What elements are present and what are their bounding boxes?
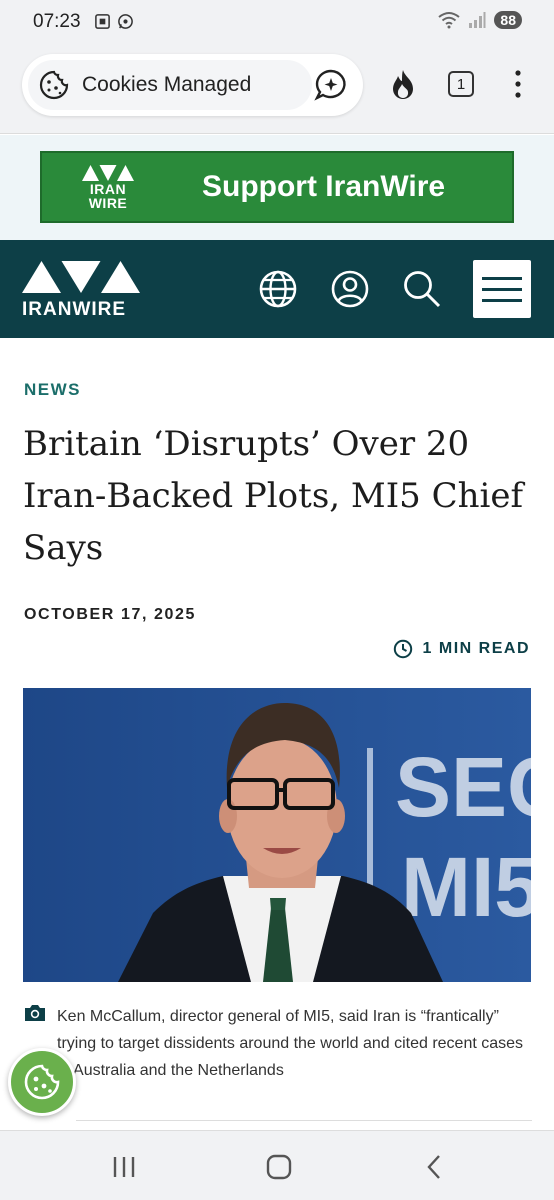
article-category[interactable]: NEWS [24,380,81,400]
status-bar: 07:23 88 [0,0,554,44]
article-date: OCTOBER 17, 2025 [24,606,197,623]
tabs-button[interactable]: 1 [443,66,479,102]
support-iranwire-banner[interactable]: IRAN WIRE Support IranWire [40,151,514,223]
back-icon [427,1155,440,1179]
ad-logo: IRAN WIRE [80,164,136,210]
article-headline: Britain ‘Disrupts’ Over 20 Iran-Backed P… [23,424,524,568]
tabs-icon: 1 [448,71,474,97]
menu-icon [482,276,522,280]
search-icon[interactable] [402,269,442,309]
cookies-managed-chip[interactable]: Cookies Managed [28,60,312,110]
more-options-button[interactable] [500,66,536,102]
photo-caption-text: Ken McCallum, director general of MI5, s… [57,1008,524,1079]
photo-caption: Ken McCallum, director general of MI5, s… [24,1003,532,1084]
whatsapp-icon [118,14,133,29]
recent-apps-icon [113,1157,135,1177]
site-header: IRANWIRE [0,240,554,338]
cookie-icon [24,1064,60,1100]
menu-button[interactable] [473,260,531,318]
screenshot-icon [95,14,110,29]
cookie-icon [39,70,69,100]
flame-icon [393,70,413,99]
wifi-icon [438,12,461,29]
camera-icon [25,1005,45,1021]
ad-area: IRAN WIRE Support IranWire [0,135,554,240]
site-logo[interactable]: IRANWIRE [22,260,142,321]
photo-sign-sec: SEC [395,740,531,834]
iranwire-logo-icon [82,165,134,181]
status-time: 07:23 [33,11,81,32]
read-time: 1 MIN READ [393,639,530,659]
brand-name: IRANWIRE [22,299,127,320]
system-nav-bar [0,1130,554,1200]
cookie-settings-button[interactable] [8,1048,76,1116]
iranwire-logo-icon [22,261,140,293]
ad-text: Support IranWire [202,170,446,203]
recent-apps-button[interactable] [108,1151,140,1183]
address-bar[interactable]: Cookies Managed [22,54,363,116]
home-icon [266,1154,292,1180]
assistant-chat-icon[interactable] [313,67,349,103]
article-photo-image: SEC MI5 [23,688,531,982]
account-icon[interactable] [330,269,370,309]
globe-icon[interactable] [258,269,298,309]
flame-button[interactable] [385,66,421,102]
divider [76,1120,532,1121]
more-vert-icon [515,70,521,98]
photo-sign-mi5: MI5 [401,840,531,934]
browser-toolbar: Cookies Managed 1 [0,44,554,134]
battery-level: 88 [494,11,522,29]
cookies-managed-label: Cookies Managed [82,73,252,96]
clock-icon [393,639,412,659]
read-time-label: 1 MIN READ [422,640,530,657]
signal-icon [469,12,486,28]
home-button[interactable] [263,1151,295,1183]
article-photo[interactable]: SEC MI5 [23,688,531,982]
back-button[interactable] [418,1151,450,1183]
